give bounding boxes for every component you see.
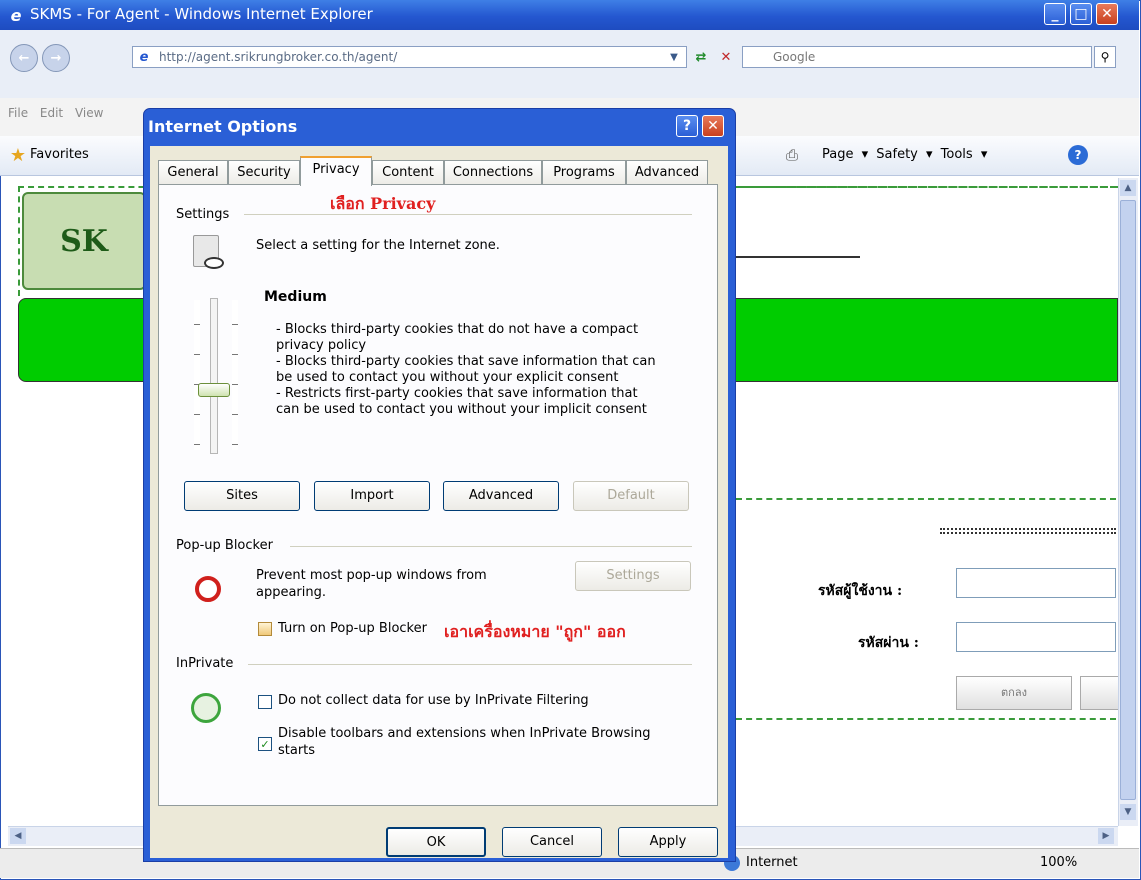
tab-general[interactable]: General <box>158 160 228 185</box>
import-button[interactable]: Import <box>314 481 430 511</box>
scroll-thumb[interactable] <box>1120 200 1136 800</box>
search-icon[interactable]: ⚲ <box>1094 46 1116 68</box>
address-text: http://agent.srikrungbroker.co.th/agent/ <box>159 50 398 64</box>
tab-privacy[interactable]: Privacy <box>300 156 372 186</box>
inprivate-icon <box>186 688 226 728</box>
logo-underline <box>730 256 860 258</box>
window-title-bar: SKMS - For Agent - Windows Internet Expl… <box>0 0 1139 30</box>
scroll-left-icon[interactable]: ◀ <box>10 828 26 844</box>
dialog-ok-button[interactable]: OK <box>386 827 486 857</box>
slider-ticks-right <box>232 300 238 450</box>
scroll-right-icon[interactable]: ▶ <box>1098 828 1114 844</box>
disable-toolbars-checkbox[interactable]: ✓ <box>258 737 272 751</box>
favorites-button[interactable]: Favorites <box>30 147 89 162</box>
tab-content[interactable]: Content <box>372 160 444 185</box>
close-window-button[interactable]: ✕ <box>1096 3 1118 25</box>
login-second-button[interactable] <box>1080 676 1120 710</box>
password-field[interactable] <box>956 622 1116 652</box>
disable-toolbars-label-1[interactable]: Disable toolbars and extensions when InP… <box>278 726 651 741</box>
print-icon[interactable]: ⎙ <box>782 145 802 165</box>
popup-description-1: Prevent most pop-up windows from <box>256 568 487 583</box>
popup-group-rule <box>290 546 692 547</box>
login-ok-button[interactable]: ตกลง <box>956 676 1072 710</box>
privacy-level-description: - Blocks third-party cookies that do not… <box>276 322 696 418</box>
company-logo: SK <box>22 192 146 290</box>
dashed-divider-top <box>736 186 1116 188</box>
stop-icon[interactable]: ✕ <box>715 46 737 68</box>
scroll-up-icon[interactable]: ▲ <box>1120 180 1136 196</box>
privacy-level-name: Medium <box>264 289 327 305</box>
dashed-divider-bottom <box>736 718 1116 720</box>
inprivate-filtering-checkbox[interactable] <box>258 695 272 709</box>
settings-description: Select a setting for the Internet zone. <box>256 238 500 253</box>
search-placeholder: Google <box>773 50 816 64</box>
popup-blocker-icon <box>188 564 228 604</box>
popup-group-label: Pop-up Blocker <box>176 538 273 553</box>
tools-menu[interactable]: Tools ▾ <box>941 147 988 162</box>
annotation-uncheck: เอาเครื่องหมาย "ถูก" ออก <box>444 622 626 641</box>
username-label: รหัสผู้ใช้งาน : <box>818 583 903 599</box>
forward-icon[interactable]: → <box>42 44 70 72</box>
popup-settings-button: Settings <box>575 561 691 591</box>
safety-menu[interactable]: Safety ▾ <box>876 147 932 162</box>
zoom-level[interactable]: 100% <box>1040 855 1077 870</box>
address-bar[interactable]: http://agent.srikrungbroker.co.th/agent/ <box>132 46 687 68</box>
tab-connections[interactable]: Connections <box>444 160 542 185</box>
settings-group-label: Settings <box>176 207 230 222</box>
settings-group-rule <box>244 214 692 215</box>
ie-logo-icon: e <box>10 5 22 25</box>
tab-security[interactable]: Security <box>228 160 300 185</box>
vertical-scrollbar[interactable]: ▲ ▼ <box>1118 178 1138 826</box>
privacy-slider-thumb[interactable] <box>198 383 230 397</box>
username-field[interactable] <box>956 568 1116 598</box>
level-desc-line: be used to contact you without your expl… <box>276 370 619 385</box>
search-input[interactable]: Google <box>742 46 1092 68</box>
level-desc-line: can be used to contact you without your … <box>276 402 647 417</box>
window-title: SKMS - For Agent - Windows Internet Expl… <box>30 5 373 23</box>
tab-programs[interactable]: Programs <box>542 160 626 185</box>
level-desc-line: privacy policy <box>276 338 367 353</box>
refresh-icon[interactable]: ⇄ <box>690 46 712 68</box>
dotted-divider <box>940 528 1116 534</box>
dialog-help-button[interactable]: ? <box>676 115 698 137</box>
help-icon[interactable]: ? <box>1068 145 1088 165</box>
inprivate-group-rule <box>248 664 692 665</box>
dialog-apply-button[interactable]: Apply <box>618 827 718 857</box>
command-menus: Page ▾ Safety ▾ Tools ▾ <box>822 147 987 162</box>
address-page-icon: e <box>139 49 149 65</box>
advanced-button[interactable]: Advanced <box>443 481 559 511</box>
dialog-title: Internet Options <box>148 117 298 136</box>
dialog-close-button[interactable]: ✕ <box>702 115 724 137</box>
privacy-slider-track[interactable] <box>210 298 218 454</box>
minimize-button[interactable]: _ <box>1044 3 1066 25</box>
inprivate-filtering-label[interactable]: Do not collect data for use by InPrivate… <box>278 693 589 708</box>
level-desc-line: - Blocks third-party cookies that save i… <box>276 354 656 369</box>
level-desc-line: - Restricts first-party cookies that sav… <box>276 386 638 401</box>
popup-blocker-checkbox[interactable] <box>258 622 272 636</box>
privacy-icon <box>186 228 226 276</box>
back-icon[interactable]: ← <box>10 44 38 72</box>
page-menu[interactable]: Page ▾ <box>822 147 868 162</box>
favorites-star-icon: ★ <box>9 144 27 166</box>
dashed-divider <box>736 498 1116 500</box>
default-button: Default <box>573 481 689 511</box>
level-desc-line: - Blocks third-party cookies that do not… <box>276 322 639 337</box>
slider-ticks-left <box>194 300 200 450</box>
popup-description-2: appearing. <box>256 585 327 600</box>
maximize-button[interactable]: □ <box>1070 3 1092 25</box>
popup-blocker-label[interactable]: Turn on Pop-up Blocker <box>278 621 427 636</box>
menu-items[interactable]: File Edit View <box>8 106 103 120</box>
tab-advanced[interactable]: Advanced <box>626 160 708 185</box>
sites-button[interactable]: Sites <box>184 481 300 511</box>
disable-toolbars-label-2[interactable]: starts <box>278 743 315 758</box>
dialog-cancel-button[interactable]: Cancel <box>502 827 602 857</box>
inprivate-group-label: InPrivate <box>176 656 234 671</box>
scroll-down-icon[interactable]: ▼ <box>1120 804 1136 820</box>
password-label: รหัสผ่าน : <box>858 635 919 651</box>
status-zone: Internet <box>746 855 798 870</box>
address-dropdown-icon[interactable]: ▼ <box>665 48 683 66</box>
